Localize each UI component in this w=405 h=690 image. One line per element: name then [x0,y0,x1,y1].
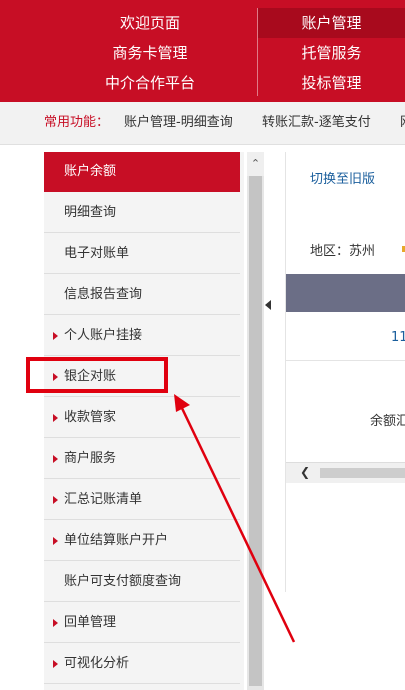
annotation-arrow [174,394,296,643]
